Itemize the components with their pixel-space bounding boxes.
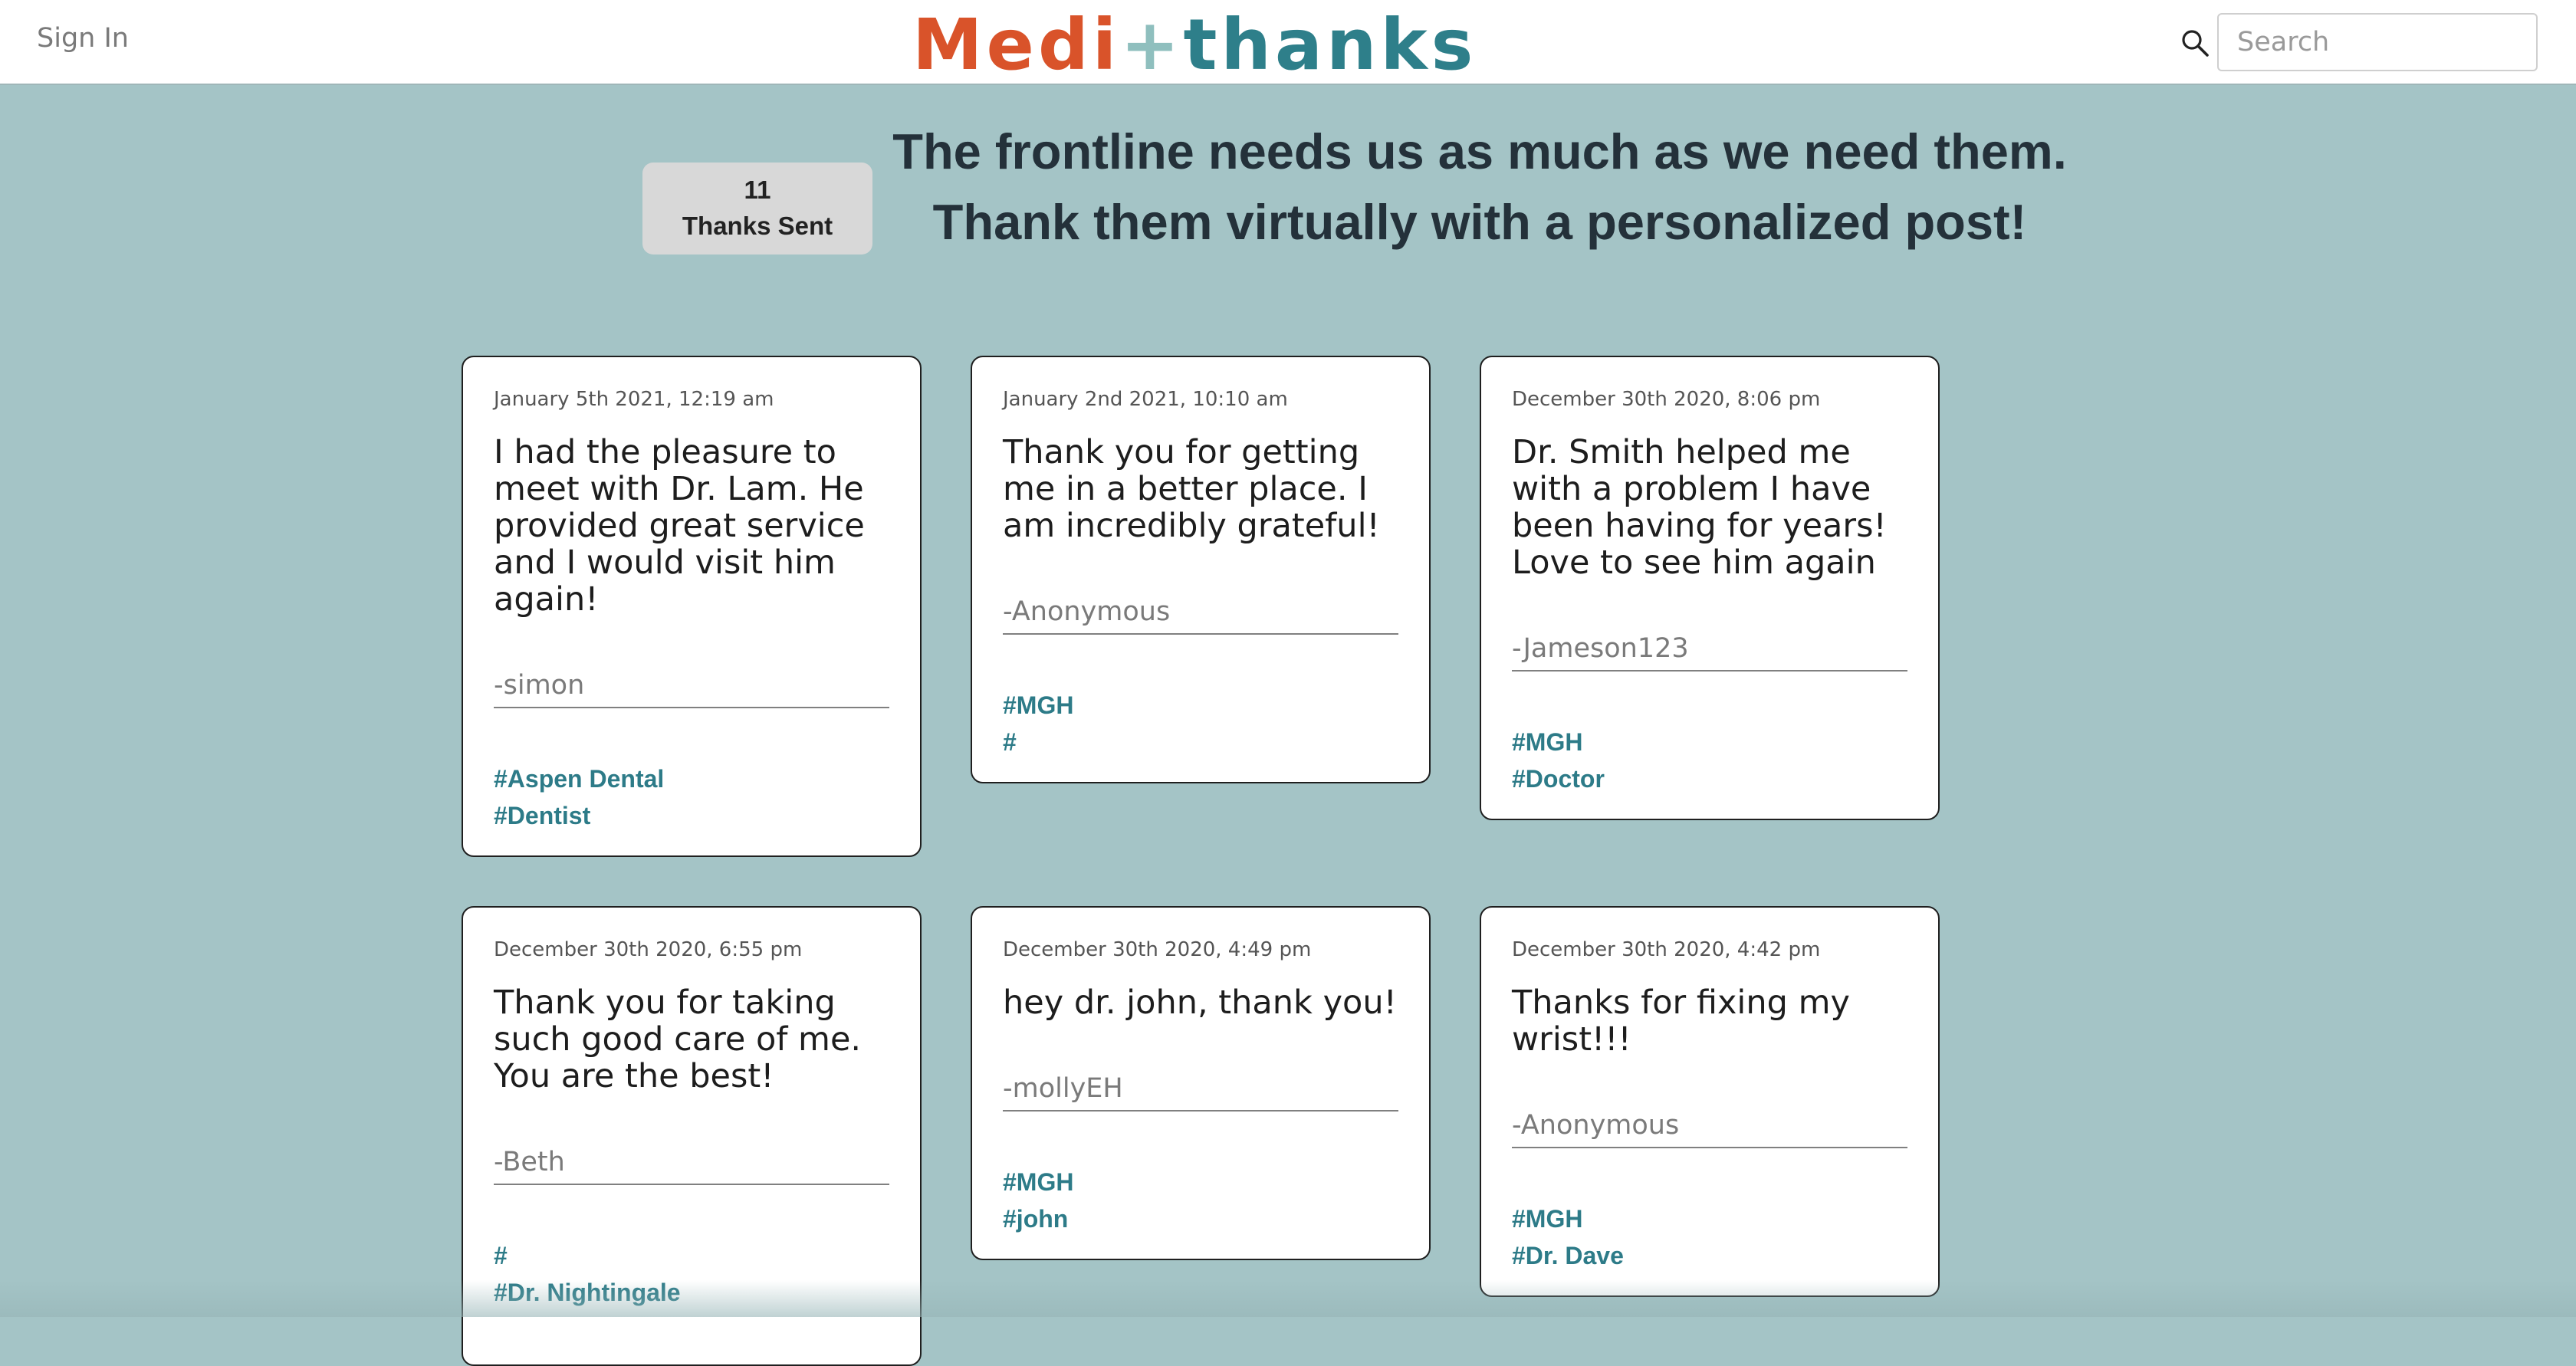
tag-link[interactable]: #MGH xyxy=(1512,1200,1624,1237)
card-message: Thanks for fixing my wrist!!! xyxy=(1512,983,1850,1059)
tag-link[interactable]: # xyxy=(494,1237,681,1274)
card-date: January 5th 2021, 12:19 am xyxy=(494,388,774,411)
card-tags: #MGH #Dr. Dave xyxy=(1512,1200,1624,1274)
thanks-card[interactable]: December 30th 2020, 4:42 pm Thanks for f… xyxy=(1480,906,1940,1297)
site-logo[interactable]: Medi+thanks xyxy=(912,3,1473,87)
sign-in-link[interactable]: Sign In xyxy=(37,23,129,54)
card-date: December 30th 2020, 4:42 pm xyxy=(1512,938,1821,961)
card-tags: #MGH # xyxy=(1003,687,1073,760)
tag-link[interactable]: #Doctor xyxy=(1512,760,1605,797)
card-date: December 30th 2020, 6:55 pm xyxy=(494,938,803,961)
thanks-count-label: Thanks Sent xyxy=(682,212,833,240)
tag-link[interactable]: #Dr. Nightingale xyxy=(494,1274,681,1311)
tag-link[interactable]: #MGH xyxy=(1512,724,1605,760)
thanks-card[interactable]: December 30th 2020, 4:49 pm hey dr. john… xyxy=(971,906,1431,1260)
logo-part-medi: Medi xyxy=(912,4,1121,86)
card-message: hey dr. john, thank you! xyxy=(1003,983,1397,1022)
tag-link[interactable]: #MGH xyxy=(1003,1164,1073,1200)
top-navbar: Sign In Medi+thanks xyxy=(0,0,2576,87)
search-icon[interactable] xyxy=(2180,28,2210,58)
card-message: Thank you for getting me in a better pla… xyxy=(1003,433,1380,545)
card-author: -Jameson123 xyxy=(1512,633,1907,672)
thanks-card[interactable]: January 5th 2021, 12:19 am I had the ple… xyxy=(462,356,922,857)
card-message: I had the pleasure to meet with Dr. Lam.… xyxy=(494,433,865,619)
card-tags: #Aspen Dental #Dentist xyxy=(494,760,664,834)
bottom-fade xyxy=(0,1280,2576,1317)
tagline-line-2: Thank them virtually with a personalized… xyxy=(932,194,2027,250)
card-author: -Anonymous xyxy=(1003,596,1398,635)
card-author: -Beth xyxy=(494,1147,889,1185)
logo-part-plus: + xyxy=(1120,4,1184,86)
search-input[interactable] xyxy=(2217,13,2538,71)
card-author: -Anonymous xyxy=(1512,1110,1907,1148)
tag-link[interactable]: #MGH xyxy=(1003,687,1073,724)
card-date: January 2nd 2021, 10:10 am xyxy=(1003,388,1288,411)
page-tagline: The frontline needs us as much as we nee… xyxy=(859,117,2101,258)
card-tags: #MGH #john xyxy=(1003,1164,1073,1237)
logo-part-thanks: thanks xyxy=(1183,4,1477,86)
card-date: December 30th 2020, 4:49 pm xyxy=(1003,938,1312,961)
card-date: December 30th 2020, 8:06 pm xyxy=(1512,388,1821,411)
thanks-card[interactable]: December 30th 2020, 8:06 pm Dr. Smith he… xyxy=(1480,356,1940,820)
thanks-card[interactable]: January 2nd 2021, 10:10 am Thank you for… xyxy=(971,356,1431,783)
card-author: -mollyEH xyxy=(1003,1073,1398,1112)
thanks-sent-counter: 11 Thanks Sent xyxy=(642,163,872,254)
tag-link[interactable]: #Dentist xyxy=(494,797,664,834)
thanks-card[interactable]: December 30th 2020, 6:55 pm Thank you fo… xyxy=(462,906,922,1366)
tag-link[interactable]: #Aspen Dental xyxy=(494,760,664,797)
card-tags: #MGH #Doctor xyxy=(1512,724,1605,797)
card-author: -simon xyxy=(494,670,889,708)
card-message: Thank you for taking such good care of m… xyxy=(494,983,862,1095)
tag-link[interactable]: # xyxy=(1003,724,1073,760)
card-tags: # #Dr. Nightingale xyxy=(494,1237,681,1311)
tag-link[interactable]: #Dr. Dave xyxy=(1512,1237,1624,1274)
tagline-line-1: The frontline needs us as much as we nee… xyxy=(892,123,2067,179)
card-message: Dr. Smith helped me with a problem I hav… xyxy=(1512,433,1887,582)
tag-link[interactable]: #john xyxy=(1003,1200,1073,1237)
thanks-count: 11 xyxy=(744,176,771,204)
